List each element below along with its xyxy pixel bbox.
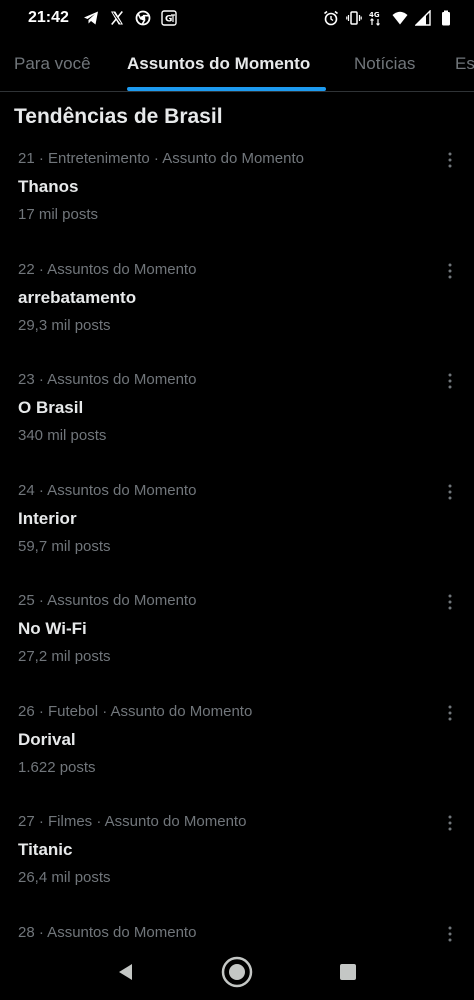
trend-item[interactable]: 22 · Assuntos do Momento arrebatamento 2…: [0, 257, 474, 368]
more-options-icon[interactable]: [442, 150, 458, 170]
trend-meta: 22 · Assuntos do Momento: [18, 260, 197, 278]
trend-item[interactable]: 26 · Futebol · Assunto do Momento Doriva…: [0, 699, 474, 810]
trend-name: Interior: [18, 508, 77, 528]
translate-icon: G: [161, 10, 177, 26]
trend-item[interactable]: 21 · Entretenimento · Assunto do Momento…: [0, 146, 474, 257]
signal-icon: [415, 10, 431, 26]
home-icon[interactable]: [217, 952, 257, 992]
more-options-icon[interactable]: [442, 813, 458, 833]
tab-para-voce[interactable]: Para você: [14, 36, 91, 91]
trend-item[interactable]: 25 · Assuntos do Momento No Wi-Fi 27,2 m…: [0, 588, 474, 699]
status-left: 21:42 G: [28, 9, 177, 27]
trend-post-count: 1.622 posts: [18, 758, 96, 776]
trend-meta: 24 · Assuntos do Momento: [18, 481, 197, 499]
x-logo-icon: [109, 10, 125, 26]
more-options-icon[interactable]: [442, 703, 458, 723]
svg-text:4G: 4G: [369, 11, 380, 19]
active-tab-indicator: [127, 87, 326, 91]
recents-icon[interactable]: [328, 952, 368, 992]
trend-post-count: 340 mil posts: [18, 427, 107, 444]
battery-icon: [438, 10, 454, 26]
back-icon[interactable]: [106, 952, 146, 992]
system-navigation-bar: [0, 944, 474, 1000]
trend-post-count: 17 mil posts: [18, 206, 99, 223]
trend-post-count: 59,7 mil posts: [18, 537, 111, 555]
status-bar: 21:42 G 4G: [0, 0, 474, 36]
chrome-icon: [135, 10, 151, 26]
4g-icon: 4G: [369, 10, 385, 26]
trend-name: O Brasil: [18, 398, 84, 417]
more-options-icon[interactable]: [442, 592, 458, 612]
status-right: 4G: [323, 10, 454, 26]
more-options-icon[interactable]: [442, 482, 458, 502]
trend-item[interactable]: 24 · Assuntos do Momento Interior 59,7 m…: [0, 478, 474, 589]
more-options-icon[interactable]: [442, 924, 458, 944]
trend-post-count: 26,4 mil posts: [18, 869, 111, 886]
vibrate-icon: [346, 10, 362, 26]
section-title: Tendências de Brasil: [14, 105, 223, 128]
trend-post-count: 29,3 mil posts: [18, 316, 111, 334]
tab-bar: Para você Assuntos do Momento Notícias E…: [0, 36, 474, 92]
trend-post-count: 27,2 mil posts: [18, 648, 111, 665]
trend-name: Dorival: [18, 729, 76, 749]
trend-name: arrebatamento: [18, 287, 137, 307]
alarm-icon: [323, 10, 339, 26]
trend-meta: 27 · Filmes · Assunto do Momento: [18, 813, 247, 830]
more-options-icon[interactable]: [442, 261, 458, 281]
trend-name: No Wi-Fi: [18, 619, 87, 638]
trend-name: Titanic: [18, 840, 73, 859]
trends-list: 21 · Entretenimento · Assunto do Momento…: [0, 146, 474, 1000]
more-options-icon[interactable]: [442, 371, 458, 391]
telegram-icon: [83, 10, 99, 26]
trend-name: Thanos: [18, 177, 79, 196]
wifi-icon: [392, 10, 408, 26]
trend-meta: 26 · Futebol · Assunto do Momento: [18, 702, 253, 720]
trend-meta: 25 · Assuntos do Momento: [18, 592, 197, 609]
tab-noticias[interactable]: Notícias: [354, 36, 415, 91]
svg-text:G: G: [165, 15, 172, 25]
trend-meta: 21 · Entretenimento · Assunto do Momento: [18, 150, 304, 167]
trend-meta: 28 · Assuntos do Momento: [18, 923, 197, 941]
tab-esportes[interactable]: Es: [455, 36, 474, 91]
trend-item[interactable]: 27 · Filmes · Assunto do Momento Titanic…: [0, 809, 474, 920]
trend-item[interactable]: 23 · Assuntos do Momento O Brasil 340 mi…: [0, 367, 474, 478]
status-time: 21:42: [28, 9, 69, 26]
tab-assuntos-do-momento[interactable]: Assuntos do Momento: [127, 36, 310, 91]
trend-meta: 23 · Assuntos do Momento: [18, 371, 197, 388]
